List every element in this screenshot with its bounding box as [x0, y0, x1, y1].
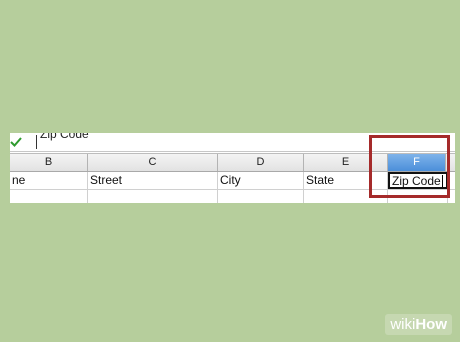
column-header-c[interactable]: C	[88, 154, 218, 171]
cell-d2[interactable]	[218, 190, 304, 203]
highlight-box	[369, 135, 450, 198]
cell-b1[interactable]: ne	[10, 172, 88, 189]
cell-d1[interactable]: City	[218, 172, 304, 189]
wikihow-logo: wikiHow	[385, 314, 452, 335]
logo-wiki: wiki	[390, 316, 416, 333]
check-icon[interactable]	[10, 136, 22, 148]
cell-b2[interactable]	[10, 190, 88, 203]
logo-how: How	[415, 316, 447, 333]
formula-separator	[36, 135, 37, 149]
column-header-b[interactable]: B	[10, 154, 88, 171]
cell-c1[interactable]: Street	[88, 172, 218, 189]
column-header-d[interactable]: D	[218, 154, 304, 171]
formula-input[interactable]: Zip Code	[40, 133, 89, 141]
cell-c2[interactable]	[88, 190, 218, 203]
